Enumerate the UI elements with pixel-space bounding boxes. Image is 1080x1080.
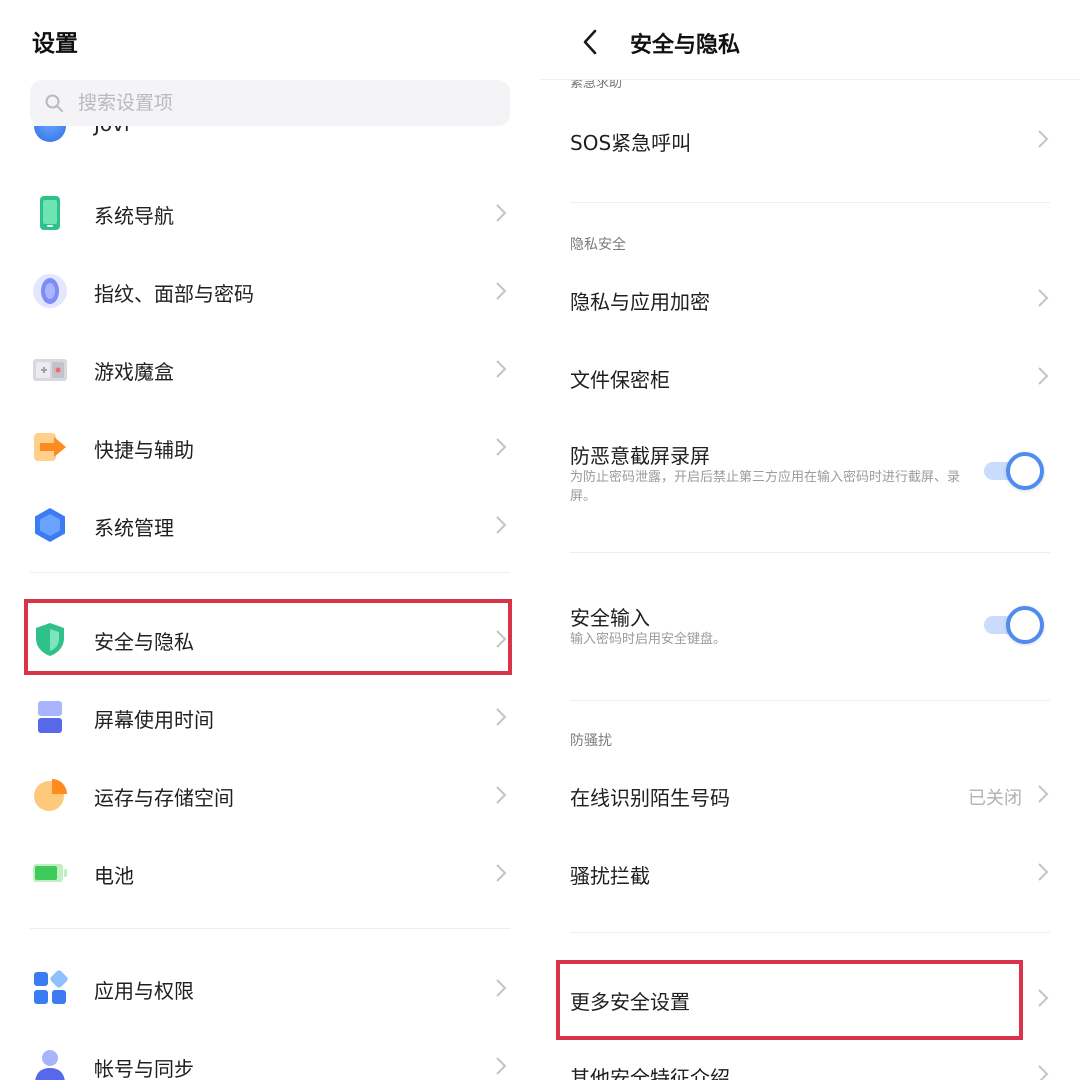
chevron-right-icon <box>1038 130 1049 148</box>
secure-input-toggle[interactable] <box>984 605 1046 645</box>
chevron-right-icon <box>1038 863 1049 881</box>
privacy-app-encryption-item[interactable]: 隐私与应用加密 <box>540 262 1080 336</box>
item-label: 安全输入 <box>570 606 650 630</box>
search-box[interactable] <box>30 80 510 126</box>
fingerprint-icon <box>33 274 67 308</box>
section-divider <box>570 202 1050 203</box>
settings-item-memory-storage[interactable]: 运存与存储空间 <box>0 765 540 825</box>
security-privacy-pane: 紧急求助 安全与隐私 SOS紧急呼叫 隐私安全 隐私与应用加密 文件保密柜 防恶… <box>540 0 1080 1080</box>
settings-item-account-sync[interactable]: 帐号与同步 <box>0 1036 540 1080</box>
item-label: 防恶意截屏录屏 <box>570 444 710 468</box>
hexagon-icon <box>35 508 65 542</box>
chevron-right-icon <box>1038 785 1049 803</box>
chevron-right-icon <box>496 516 507 534</box>
apps-grid-icon <box>34 970 68 1004</box>
toggle-knob <box>1006 452 1044 490</box>
phone-icon <box>40 196 60 230</box>
chevron-right-icon <box>1038 1065 1049 1080</box>
online-caller-id-item[interactable]: 在线识别陌生号码 已关闭 <box>540 760 1080 830</box>
search-input[interactable] <box>78 92 458 114</box>
section-divider <box>570 700 1050 701</box>
chevron-right-icon <box>496 438 507 456</box>
settings-pane: 设置 Jovi 系统导航 指纹、面部与密码 <box>0 0 540 1080</box>
settings-item-label: 运存与存储空间 <box>94 786 234 810</box>
chevron-right-icon <box>496 864 507 882</box>
item-label: 在线识别陌生号码 <box>570 786 730 810</box>
chevron-right-icon <box>1038 289 1049 307</box>
back-arrow-icon[interactable] <box>580 28 600 56</box>
settings-item-screen-time[interactable]: 屏幕使用时间 <box>0 687 540 747</box>
jovi-icon <box>34 126 66 142</box>
settings-item-label: 系统导航 <box>94 204 174 228</box>
item-status-value: 已关闭 <box>968 788 1022 809</box>
chevron-right-icon <box>1038 989 1049 1007</box>
hourglass-icon <box>38 701 62 733</box>
file-safe-item[interactable]: 文件保密柜 <box>540 340 1080 414</box>
pie-chart-icon <box>34 779 67 811</box>
settings-item-fingerprint-face-password[interactable]: 指纹、面部与密码 <box>0 261 540 321</box>
other-security-features-item[interactable]: 其他安全特征介绍 <box>540 1050 1080 1080</box>
settings-item-label: 电池 <box>94 864 134 888</box>
person-icon <box>35 1050 65 1080</box>
item-description: 为防止密码泄露，开启后禁止第三方应用在输入密码时进行截屏、录屏。 <box>570 470 961 504</box>
settings-item-shortcuts-accessibility[interactable]: 快捷与辅助 <box>0 417 540 477</box>
section-divider <box>570 552 1050 553</box>
chevron-right-icon <box>496 708 507 726</box>
settings-item-label: 游戏魔盒 <box>94 360 174 384</box>
settings-item-label: 系统管理 <box>94 516 174 540</box>
item-label: SOS紧急呼叫 <box>570 131 692 155</box>
chevron-right-icon <box>496 979 507 997</box>
section-divider <box>570 932 1050 933</box>
secure-input-item: 安全输入 输入密码时启用安全键盘。 <box>540 594 1080 658</box>
section-divider <box>30 928 510 929</box>
gamebox-icon <box>33 359 67 381</box>
settings-item-label: 快捷与辅助 <box>94 438 194 462</box>
item-label: 隐私与应用加密 <box>570 290 710 314</box>
settings-item-game-box[interactable]: 游戏魔盒 <box>0 339 540 399</box>
page-title: 安全与隐私 <box>630 33 741 58</box>
section-header-anti-harassment: 防骚扰 <box>570 733 612 749</box>
section-header-privacy: 隐私安全 <box>570 237 626 253</box>
item-label: 文件保密柜 <box>570 368 670 392</box>
anti-screenshot-toggle[interactable] <box>984 451 1046 491</box>
search-icon <box>45 94 63 112</box>
harassment-block-item[interactable]: 骚扰拦截 <box>540 838 1080 908</box>
highlight-box <box>24 599 512 675</box>
settings-item-apps-permissions[interactable]: 应用与权限 <box>0 958 540 1018</box>
settings-item-label: 应用与权限 <box>94 979 194 1003</box>
item-label: 骚扰拦截 <box>570 864 650 888</box>
settings-item-label: 屏幕使用时间 <box>94 708 214 732</box>
chevron-right-icon <box>496 204 507 222</box>
battery-icon <box>33 864 67 882</box>
settings-item-label: Jovi <box>94 126 130 136</box>
chevron-right-icon <box>496 786 507 804</box>
chevron-right-icon <box>1038 367 1049 385</box>
item-label: 其他安全特征介绍 <box>570 1066 730 1080</box>
shortcut-arrow-icon <box>34 433 66 461</box>
settings-item-jovi[interactable]: Jovi <box>0 126 540 150</box>
chevron-right-icon <box>496 282 507 300</box>
chevron-right-icon <box>496 1057 507 1075</box>
anti-screenshot-item: 防恶意截屏录屏 为防止密码泄露，开启后禁止第三方应用在输入密码时进行截屏、录屏。 <box>540 430 1080 520</box>
chevron-right-icon <box>496 360 507 378</box>
settings-item-label: 指纹、面部与密码 <box>94 282 254 306</box>
top-bar: 安全与隐私 <box>540 0 1080 80</box>
sos-emergency-call-item[interactable]: SOS紧急呼叫 <box>540 100 1080 176</box>
section-divider <box>30 572 510 573</box>
settings-item-battery[interactable]: 电池 <box>0 843 540 903</box>
settings-item-label: 帐号与同步 <box>94 1057 194 1080</box>
toggle-knob <box>1006 606 1044 644</box>
highlight-box <box>556 960 1023 1040</box>
settings-item-system-management[interactable]: 系统管理 <box>0 495 540 555</box>
item-description: 输入密码时启用安全键盘。 <box>570 632 727 647</box>
page-title: 设置 <box>32 31 78 57</box>
settings-item-system-navigation[interactable]: 系统导航 <box>0 183 540 243</box>
